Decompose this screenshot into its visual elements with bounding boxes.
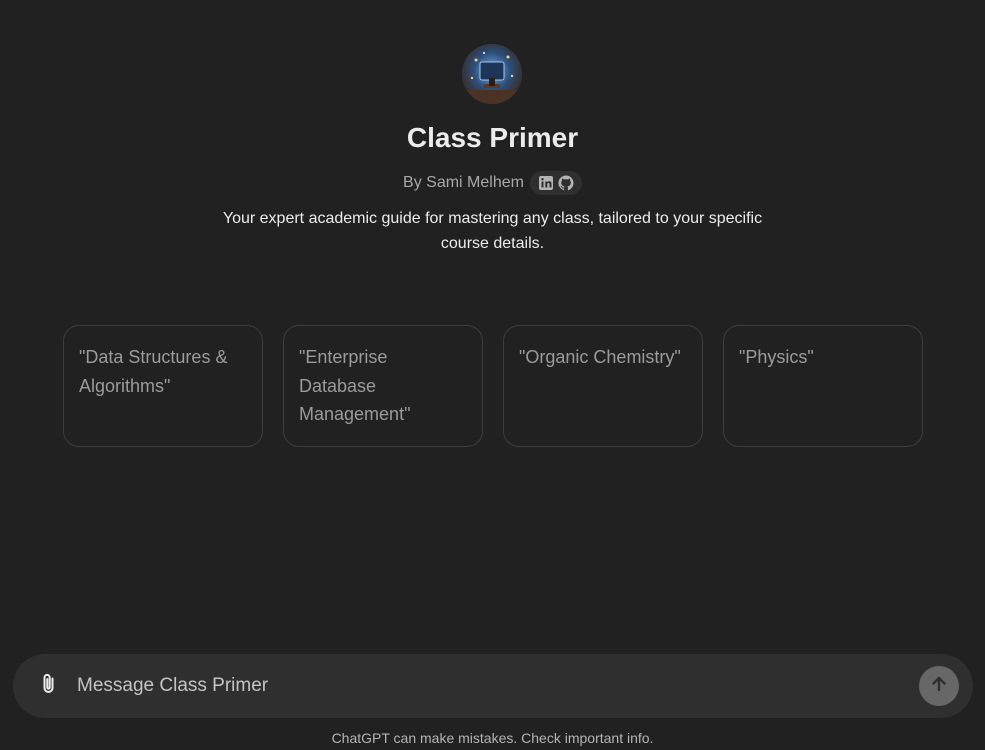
github-icon[interactable] — [558, 175, 574, 191]
message-input[interactable] — [77, 672, 897, 700]
send-button[interactable] — [919, 666, 959, 706]
arrow-up-icon — [929, 674, 949, 699]
gpt-title: Class Primer — [406, 122, 579, 153]
starter-card-data-structures[interactable]: "Data Structures & Algorithms" — [63, 325, 263, 447]
author-name: By Sami Melhem — [403, 174, 524, 191]
attach-file-button[interactable] — [35, 672, 63, 700]
message-composer — [13, 654, 973, 718]
disclaimer-text: ChatGPT can make mistakes. Check importa… — [331, 730, 654, 746]
paperclip-icon — [38, 672, 60, 701]
gpt-landing-page: Class Primer By Sami Melhem Your expert … — [0, 0, 985, 750]
starter-card-enterprise-database[interactable]: "Enterprise Database Management" — [283, 325, 483, 447]
author-byline: By Sami Melhem — [0, 171, 985, 195]
gpt-description: Your expert academic guide for mastering… — [222, 210, 763, 252]
starter-card-physics[interactable]: "Physics" — [723, 325, 923, 447]
linkedin-icon[interactable] — [538, 175, 554, 191]
starter-card-organic-chemistry[interactable]: "Organic Chemistry" — [503, 325, 703, 447]
social-links — [529, 171, 582, 195]
gpt-avatar — [462, 44, 522, 104]
conversation-starters: "Data Structures & Algorithms" "Enterpri… — [63, 325, 923, 447]
